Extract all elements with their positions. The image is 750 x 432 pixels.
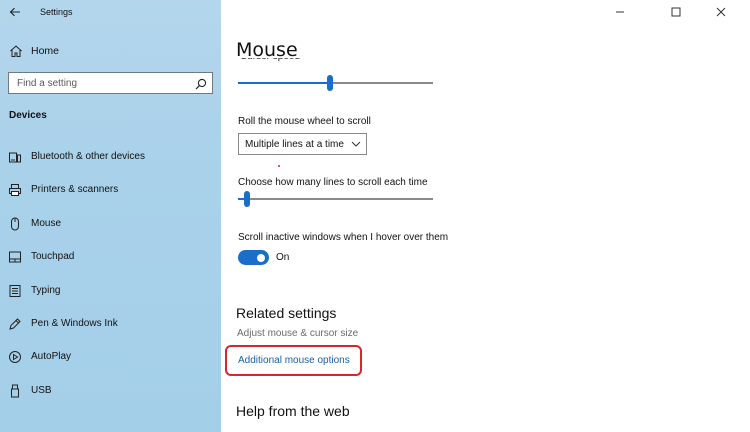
sidebar-item-label: Mouse [31, 218, 62, 229]
sidebar-item-pen[interactable]: Pen & Windows Ink [0, 311, 221, 337]
sidebar-item-label: AutoPlay [31, 351, 72, 362]
related-settings-title: Related settings [236, 305, 337, 321]
search-icon [195, 78, 207, 90]
inactive-scroll-toggle[interactable] [238, 250, 269, 265]
search-button[interactable] [195, 77, 207, 95]
sidebar-item-label: Pen & Windows Ink [31, 318, 118, 329]
titlebar: Settings [0, 0, 221, 26]
sidebar-item-label: Touchpad [31, 251, 75, 262]
sidebar-item-bluetooth[interactable]: Bluetooth & other devices [0, 144, 221, 170]
cursor-dot [278, 165, 280, 167]
keyboard-icon [9, 285, 21, 297]
sidebar-item-label: Bluetooth & other devices [31, 151, 145, 162]
slider-fill [238, 82, 330, 84]
bluetooth-devices-icon [9, 152, 21, 163]
printer-icon [9, 184, 21, 196]
additional-mouse-options-link[interactable]: Additional mouse options [238, 355, 350, 366]
lines-to-scroll-label: Choose how many lines to scroll each tim… [238, 177, 428, 188]
sidebar-item-touchpad[interactable]: Touchpad [0, 244, 221, 270]
minimize-button[interactable] [612, 4, 628, 20]
usb-icon [11, 384, 19, 398]
window-controls [600, 0, 750, 24]
search-input[interactable] [17, 73, 192, 93]
sidebar-item-home[interactable]: Home [0, 40, 221, 62]
lines-to-scroll-slider[interactable] [238, 191, 433, 207]
slider-thumb[interactable] [327, 75, 333, 91]
sidebar-item-mouse[interactable]: Mouse [0, 211, 221, 237]
sidebar-item-autoplay[interactable]: AutoPlay [0, 344, 221, 370]
slider-thumb[interactable] [244, 191, 250, 207]
slider-track [238, 198, 433, 200]
close-button[interactable] [713, 4, 729, 20]
search-box[interactable] [8, 72, 213, 94]
autoplay-icon [9, 351, 21, 363]
app-title: Settings [40, 7, 73, 17]
sidebar-item-usb[interactable]: USB [0, 378, 221, 404]
inactive-scroll-label: Scroll inactive windows when I hover ove… [238, 232, 449, 243]
wheel-scroll-dropdown[interactable]: Multiple lines at a time [238, 133, 367, 155]
home-icon [10, 45, 22, 57]
back-arrow-icon [9, 7, 20, 17]
home-label: Home [31, 45, 60, 57]
cursor-speed-slider[interactable] [238, 75, 433, 91]
maximize-icon [671, 7, 681, 17]
adjust-mouse-cursor-link[interactable]: Adjust mouse & cursor size [237, 328, 358, 339]
minimize-icon [616, 11, 624, 13]
mouse-icon [11, 217, 19, 231]
pen-icon [9, 318, 21, 330]
maximize-button[interactable] [668, 4, 684, 20]
cursor-speed-label: Cursor speed [240, 58, 300, 68]
back-button[interactable] [4, 2, 26, 22]
dropdown-value: Multiple lines at a time [245, 139, 344, 150]
sidebar-item-printers[interactable]: Printers & scanners [0, 177, 221, 203]
sidebar-item-label: Typing [31, 285, 61, 296]
section-title: Devices [9, 110, 47, 121]
toggle-knob [257, 253, 265, 262]
sidebar: Settings Home Devices Bluetooth & other … [0, 0, 221, 432]
sidebar-item-label: USB [31, 385, 52, 396]
sidebar-item-typing[interactable]: Typing [0, 278, 221, 304]
toggle-state-label: On [276, 252, 290, 263]
chevron-down-icon [351, 141, 361, 147]
wheel-scroll-label: Roll the mouse wheel to scroll [238, 116, 371, 127]
help-from-web-title: Help from the web [236, 403, 350, 419]
touchpad-icon [9, 251, 21, 263]
sidebar-item-label: Printers & scanners [31, 184, 119, 195]
close-icon [716, 7, 726, 17]
